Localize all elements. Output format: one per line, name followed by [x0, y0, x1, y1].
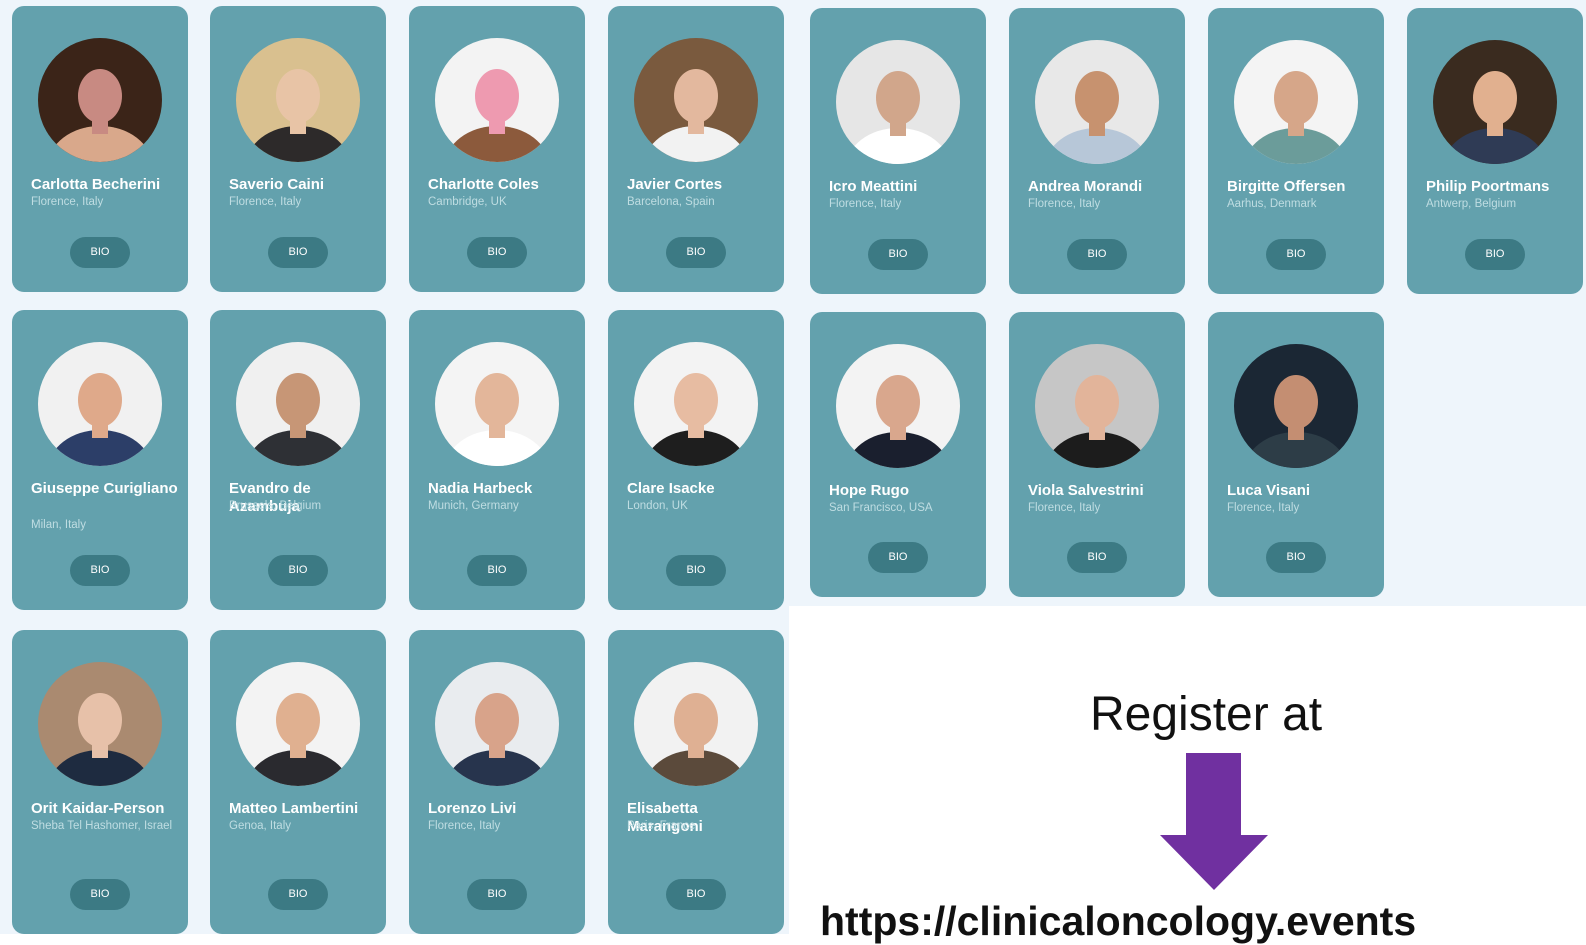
bio-button[interactable]: BIO [868, 239, 928, 270]
speaker-card: Birgitte Offersen Aarhus, Denmark BIO [1208, 8, 1384, 294]
speaker-card: Elisabetta Marangoni Paris, France BIO [608, 630, 784, 934]
speaker-name: Nadia Harbeck [428, 480, 533, 497]
speaker-card: Andrea Morandi Florence, Italy BIO [1009, 8, 1185, 294]
speaker-card: Icro Meattini Florence, Italy BIO [810, 8, 986, 294]
speaker-name: Lorenzo Livi [428, 800, 517, 817]
speaker-name: Andrea Morandi [1028, 178, 1143, 195]
speaker-card: Saverio Caini Florence, Italy BIO [210, 6, 386, 292]
speaker-card: Nadia Harbeck Munich, Germany BIO [409, 310, 585, 610]
bio-button[interactable]: BIO [666, 237, 726, 268]
speaker-card: Matteo Lambertini Genoa, Italy BIO [210, 630, 386, 934]
speaker-location: Milan, Italy [31, 519, 86, 531]
speaker-location: Paris, France [627, 820, 696, 832]
bio-button[interactable]: BIO [70, 879, 130, 910]
speaker-location: Munich, Germany [428, 500, 519, 512]
down-arrow-icon [1160, 753, 1268, 890]
speaker-photo [435, 662, 559, 786]
speaker-photo [634, 38, 758, 162]
speaker-photo [38, 342, 162, 466]
speaker-photo [836, 344, 960, 468]
speaker-location: Florence, Italy [829, 198, 902, 210]
speaker-location: San Francisco, USA [829, 502, 933, 514]
speaker-name: Viola Salvestrini [1028, 482, 1144, 499]
speaker-location: Aarhus, Denmark [1227, 198, 1317, 210]
speaker-photo [1035, 40, 1159, 164]
speaker-name: Icro Meattini [829, 178, 918, 195]
speaker-location: Florence, Italy [428, 820, 501, 832]
speaker-photo [38, 662, 162, 786]
speaker-location: Genoa, Italy [229, 820, 292, 832]
speaker-photo [634, 342, 758, 466]
speaker-location: London, UK [627, 500, 688, 512]
speaker-location: Brussels, Belgium [229, 500, 322, 512]
speaker-photo [1234, 40, 1358, 164]
bio-button[interactable]: BIO [1266, 239, 1326, 270]
bio-button[interactable]: BIO [666, 555, 726, 586]
speaker-name: Saverio Caini [229, 176, 325, 193]
bio-button[interactable]: BIO [868, 542, 928, 573]
speaker-photo [435, 38, 559, 162]
bio-button[interactable]: BIO [70, 237, 130, 268]
speaker-name: Carlotta Becherini [31, 176, 161, 193]
speaker-photo [38, 38, 162, 162]
speaker-card: Carlotta Becherini Florence, Italy BIO [12, 6, 188, 292]
speaker-card: Orit Kaidar-Person Sheba Tel Hashomer, Is… [12, 630, 188, 934]
speaker-name: Giuseppe Curigliano [31, 480, 178, 497]
speaker-photo [1234, 344, 1358, 468]
speaker-card: Philip Poortmans Antwerp, Belgium BIO [1407, 8, 1583, 294]
bio-button[interactable]: BIO [268, 237, 328, 268]
speaker-card: Hope Rugo San Francisco, USA BIO [810, 312, 986, 597]
speaker-card: Evandro de Azambuja Brussels, Belgium BIO [210, 310, 386, 610]
register-url[interactable]: https://clinicaloncology.events [820, 898, 1416, 945]
speaker-name: Birgitte Offersen [1227, 178, 1346, 195]
speaker-location: Barcelona, Spain [627, 196, 715, 208]
bio-button[interactable]: BIO [268, 879, 328, 910]
bio-button[interactable]: BIO [268, 555, 328, 586]
speaker-location: Florence, Italy [229, 196, 302, 208]
speaker-name: Clare Isacke [627, 480, 715, 497]
speaker-card: Javier Cortes Barcelona, Spain BIO [608, 6, 784, 292]
speaker-card: Luca Visani Florence, Italy BIO [1208, 312, 1384, 597]
speaker-location: Antwerp, Belgium [1426, 198, 1517, 210]
speaker-name: Luca Visani [1227, 482, 1311, 499]
speaker-name: Charlotte Coles [428, 176, 539, 193]
register-text: Register at [1090, 688, 1323, 741]
speaker-location: Cambridge, UK [428, 196, 507, 208]
speaker-location: Sheba Tel Hashomer, Israel [31, 820, 173, 832]
speaker-location: Florence, Italy [1028, 502, 1101, 514]
speaker-photo [1035, 344, 1159, 468]
speaker-location: Florence, Italy [1028, 198, 1101, 210]
speaker-photo [236, 342, 360, 466]
speaker-name: Orit Kaidar-Person [31, 800, 165, 817]
bio-button[interactable]: BIO [467, 879, 527, 910]
bio-button[interactable]: BIO [467, 555, 527, 586]
speaker-name: Matteo Lambertini [229, 800, 359, 817]
speaker-card: Lorenzo Livi Florence, Italy BIO [409, 630, 585, 934]
speaker-photo [236, 38, 360, 162]
speaker-location: Florence, Italy [1227, 502, 1300, 514]
speaker-name: Javier Cortes [627, 176, 723, 193]
bio-button[interactable]: BIO [467, 237, 527, 268]
bio-button[interactable]: BIO [666, 879, 726, 910]
bio-button[interactable]: BIO [1067, 239, 1127, 270]
speaker-location: Florence, Italy [31, 196, 104, 208]
speaker-photo [1433, 40, 1557, 164]
speaker-card: Giuseppe Curigliano Milan, Italy BIO [12, 310, 188, 610]
bio-button[interactable]: BIO [1465, 239, 1525, 270]
speaker-name: Hope Rugo [829, 482, 909, 499]
speaker-photo [435, 342, 559, 466]
speaker-photo [836, 40, 960, 164]
speaker-card: Clare Isacke London, UK BIO [608, 310, 784, 610]
bio-button[interactable]: BIO [1067, 542, 1127, 573]
speaker-card: Viola Salvestrini Florence, Italy BIO [1009, 312, 1185, 597]
speaker-card: Charlotte Coles Cambridge, UK BIO [409, 6, 585, 292]
speaker-photo [236, 662, 360, 786]
bio-button[interactable]: BIO [70, 555, 130, 586]
speaker-photo [634, 662, 758, 786]
speaker-name: Philip Poortmans [1426, 178, 1550, 195]
bio-button[interactable]: BIO [1266, 542, 1326, 573]
